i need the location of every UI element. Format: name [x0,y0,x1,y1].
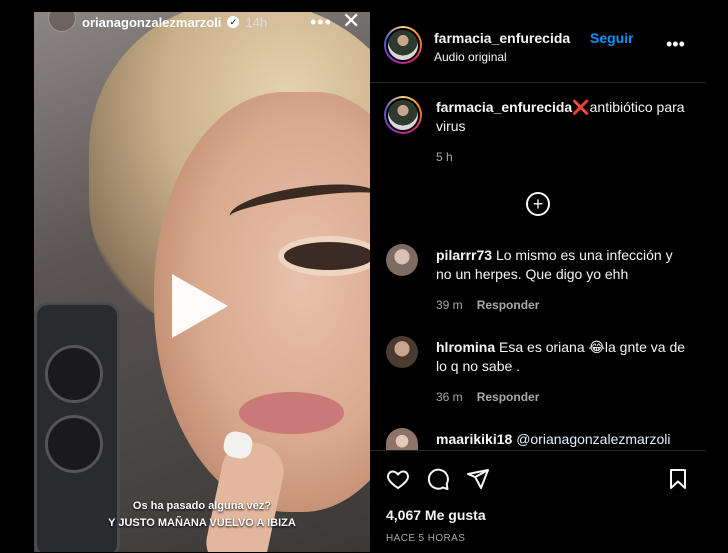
video-frame-eye [284,242,370,270]
reply-button[interactable]: Responder [477,298,540,312]
avatar[interactable] [386,336,418,368]
caption-username[interactable]: farmacia_enfurecida [436,99,572,115]
comment-username[interactable]: hlromina [436,339,495,355]
comment-username[interactable]: maarikiki18 [436,431,512,447]
avatar[interactable] [384,26,422,64]
story-username[interactable]: orianagonzalezmarzoli [82,15,221,30]
video-player[interactable]: orianagonzalezmarzoli ✓ 14h ••• ✕ Os ha … [34,12,370,552]
send-icon[interactable] [466,467,490,491]
header-username[interactable]: farmacia_enfurecida [434,30,570,46]
comment-time: 36 m [436,390,463,404]
cross-mark-icon: ❌ [572,99,590,115]
follow-button[interactable]: Seguir [590,30,634,46]
comment: pilarrr73 Lo mismo es una infección y no… [436,246,686,284]
comment-meta: 36 m Responder [436,390,539,404]
heart-icon[interactable] [386,467,410,491]
post-panel: farmacia_enfurecida Seguir Audio origina… [370,12,706,552]
comment-mention[interactable]: @orianagonzalezmarzoli [516,431,670,447]
comment-icon[interactable] [426,467,450,491]
more-icon[interactable]: ••• [310,12,332,33]
post-time: 5 h [436,150,453,164]
post-timestamp: HACE 5 HORAS [386,533,466,544]
comment-time: 39 m [436,298,463,312]
post-header: farmacia_enfurecida Seguir Audio origina… [370,12,706,83]
story-header: orianagonzalezmarzoli ✓ 14h [48,12,267,32]
close-icon[interactable]: ✕ [342,12,360,34]
video-frame-phone [34,302,120,552]
reply-button[interactable]: Responder [477,390,540,404]
play-icon[interactable] [172,274,228,338]
bookmark-icon[interactable] [666,467,690,491]
video-caption-line-1: Os ha pasado alguna vez? [132,500,272,512]
avatar[interactable] [48,12,76,32]
avatar[interactable] [386,244,418,276]
video-frame-lips [239,392,344,434]
story-time: 14h [245,14,268,30]
more-icon[interactable]: ••• [666,34,685,55]
comment-meta: 39 m Responder [436,298,539,312]
plus-circle-icon[interactable]: + [526,192,550,216]
phone-lens [45,415,103,473]
avatar[interactable] [384,96,422,134]
comment: hlromina Esa es oriana 😂la gnte va de lo… [436,338,686,376]
comment: maarikiki18 @orianagonzalezmarzoli [436,430,696,449]
post-caption: farmacia_enfurecida❌antibiótico para vir… [436,98,686,136]
verified-icon: ✓ [227,16,240,28]
audio-link[interactable]: Audio original [434,50,507,64]
likes-count[interactable]: 4,067 Me gusta [386,507,486,523]
avatar[interactable] [386,428,418,450]
action-bar: 4,067 Me gusta HACE 5 HORAS [370,450,706,553]
phone-lens [45,345,103,403]
video-caption-line-2: Y JUSTO MAÑANA VUELVO A IBIZA [108,517,296,529]
comment-username[interactable]: pilarrr73 [436,247,492,263]
